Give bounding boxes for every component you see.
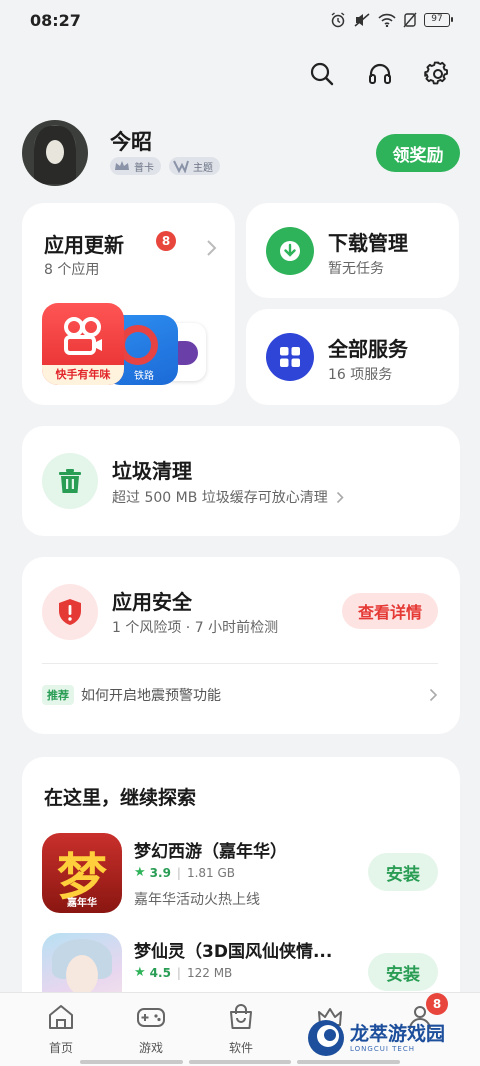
alarm-icon: [331, 12, 345, 28]
all-services-card[interactable]: 全部服务 16 项服务: [246, 309, 459, 405]
explore-title: 在这里，继续探索: [44, 787, 197, 809]
avatar[interactable]: [22, 120, 88, 186]
trash-cleanup-subtitle: 超过 500 MB 垃圾缓存可放心清理: [112, 490, 328, 506]
theme-badge[interactable]: 主题: [169, 157, 220, 175]
tab-home[interactable]: 首页: [31, 1003, 91, 1056]
view-details-button[interactable]: 查看详情: [342, 593, 438, 629]
earthquake-tip-text: 如何开启地震预警功能: [81, 688, 221, 704]
tab-games[interactable]: 游戏: [121, 1003, 181, 1056]
theme-badge-label: 主题: [193, 162, 213, 174]
gamepad-icon: [137, 1008, 165, 1027]
install-button[interactable]: 安装: [368, 853, 438, 891]
app-rating: 3.9: [149, 865, 171, 880]
home-icon: [49, 1005, 73, 1029]
meta-separator: |: [176, 865, 181, 880]
install-button[interactable]: 安装: [368, 953, 438, 991]
profile-section: 今昭 普卡 主题 领奖励: [22, 120, 460, 190]
all-services-subtitle: 16 项服务: [328, 367, 393, 383]
tab-home-label: 首页: [48, 1041, 73, 1055]
mhxy-app-icon: 梦 嘉年华: [42, 833, 122, 913]
update-app-icons: 铁路 快手有年味: [42, 303, 212, 387]
update-count-badge: 8: [156, 231, 176, 251]
app-update-title: 应用更新: [44, 233, 124, 257]
tab-software-label: 软件: [228, 1041, 253, 1055]
app-update-subtitle: 8 个应用: [44, 262, 100, 278]
shopping-bag-icon: [230, 1004, 252, 1029]
grid-icon: [280, 347, 300, 367]
theme-v-icon: [173, 160, 189, 173]
member-badge-label: 普卡: [134, 162, 154, 174]
app-name: 梦幻西游（嘉年华）: [134, 842, 287, 862]
shield-icon-circle: [42, 584, 98, 640]
headset-icon[interactable]: [366, 60, 394, 88]
shield-icon: [59, 599, 81, 625]
watermark-subtitle: LONGCUI TECH: [350, 1045, 415, 1053]
services-icon-circle: [266, 333, 314, 381]
star-icon: ★: [134, 965, 146, 980]
download-manager-card[interactable]: 下载管理 暂无任务: [246, 203, 459, 298]
download-icon: [280, 241, 300, 261]
watermark: 龙萃游戏园 LONGCUI TECH: [306, 1016, 476, 1060]
member-badge[interactable]: 普卡: [110, 157, 161, 175]
home-indicator: [80, 1060, 401, 1064]
search-icon[interactable]: [308, 60, 336, 88]
status-bar: 08:27 97: [0, 0, 480, 40]
mute-icon: [354, 13, 370, 27]
app-name: 梦仙灵（3D国风仙侠情...: [134, 942, 333, 962]
watermark-title: 龙萃游戏园: [350, 1023, 446, 1045]
mhxy-icon-caption: 嘉年华: [67, 898, 97, 909]
wifi-icon: [378, 13, 396, 27]
trash-cleanup-card[interactable]: 垃圾清理 超过 500 MB 垃圾缓存可放心清理: [22, 426, 460, 536]
app-security-title: 应用安全: [112, 590, 192, 614]
app-meta: ★ 4.5 | 122 MB: [134, 965, 232, 980]
kuaishou-app-icon: 快手有年味: [42, 303, 124, 385]
chevron-right-icon: [207, 240, 217, 256]
claim-reward-button[interactable]: 领奖励: [376, 134, 460, 172]
app-size: 122 MB: [186, 965, 233, 980]
trash-cleanup-subtitle-row: 超过 500 MB 垃圾缓存可放心清理: [112, 487, 344, 507]
list-item[interactable]: 梦 嘉年华 梦幻西游（嘉年华） ★ 3.9 | 1.81 GB 嘉年华活动火热上…: [42, 833, 438, 917]
status-time: 08:27: [30, 11, 81, 30]
notification-badge: 8: [426, 993, 448, 1015]
kuaishou-app-label: 快手有年味: [42, 365, 124, 385]
crown-icon: [115, 161, 129, 170]
trash-icon-circle: [42, 453, 98, 509]
railway-app-label: 铁路: [134, 371, 154, 382]
tab-games-label: 游戏: [138, 1041, 163, 1055]
trash-cleanup-title: 垃圾清理: [112, 459, 192, 483]
chevron-right-icon: [336, 491, 344, 503]
earthquake-tip-row[interactable]: 推荐 如何开启地震预警功能: [42, 685, 438, 705]
video-camera-icon: [64, 317, 102, 355]
status-icons: 97: [330, 12, 453, 28]
user-name: 今昭: [110, 130, 152, 154]
download-icon-circle: [266, 227, 314, 275]
recommend-tag: 推荐: [42, 685, 74, 705]
gear-icon[interactable]: [424, 60, 452, 88]
download-manager-title: 下载管理: [328, 231, 408, 255]
top-actions: [308, 60, 452, 88]
app-update-card[interactable]: 应用更新 8 8 个应用 铁路 快手有年味: [22, 203, 235, 405]
app-meta: ★ 3.9 | 1.81 GB: [134, 865, 235, 880]
app-security-subtitle: 1 个风险项 · 7 小时前检测: [112, 620, 279, 636]
tab-software[interactable]: 软件: [211, 1003, 271, 1056]
star-icon: ★: [134, 865, 146, 880]
app-description: 嘉年华活动火热上线: [134, 892, 260, 908]
divider: [42, 663, 438, 664]
trash-icon: [59, 469, 81, 493]
app-security-card: 应用安全 1 个风险项 · 7 小时前检测 查看详情 推荐 如何开启地震预警功能: [22, 557, 460, 734]
user-badges: 普卡 主题: [110, 157, 220, 175]
meta-separator: |: [176, 965, 181, 980]
all-services-title: 全部服务: [328, 337, 408, 361]
app-size: 1.81 GB: [186, 865, 236, 880]
sim-off-icon: [403, 12, 417, 28]
battery-indicator: 97: [424, 13, 453, 27]
chevron-right-icon: [429, 688, 438, 702]
watermark-logo: [308, 1020, 344, 1056]
download-manager-subtitle: 暂无任务: [328, 261, 384, 277]
app-rating: 4.5: [149, 965, 171, 980]
